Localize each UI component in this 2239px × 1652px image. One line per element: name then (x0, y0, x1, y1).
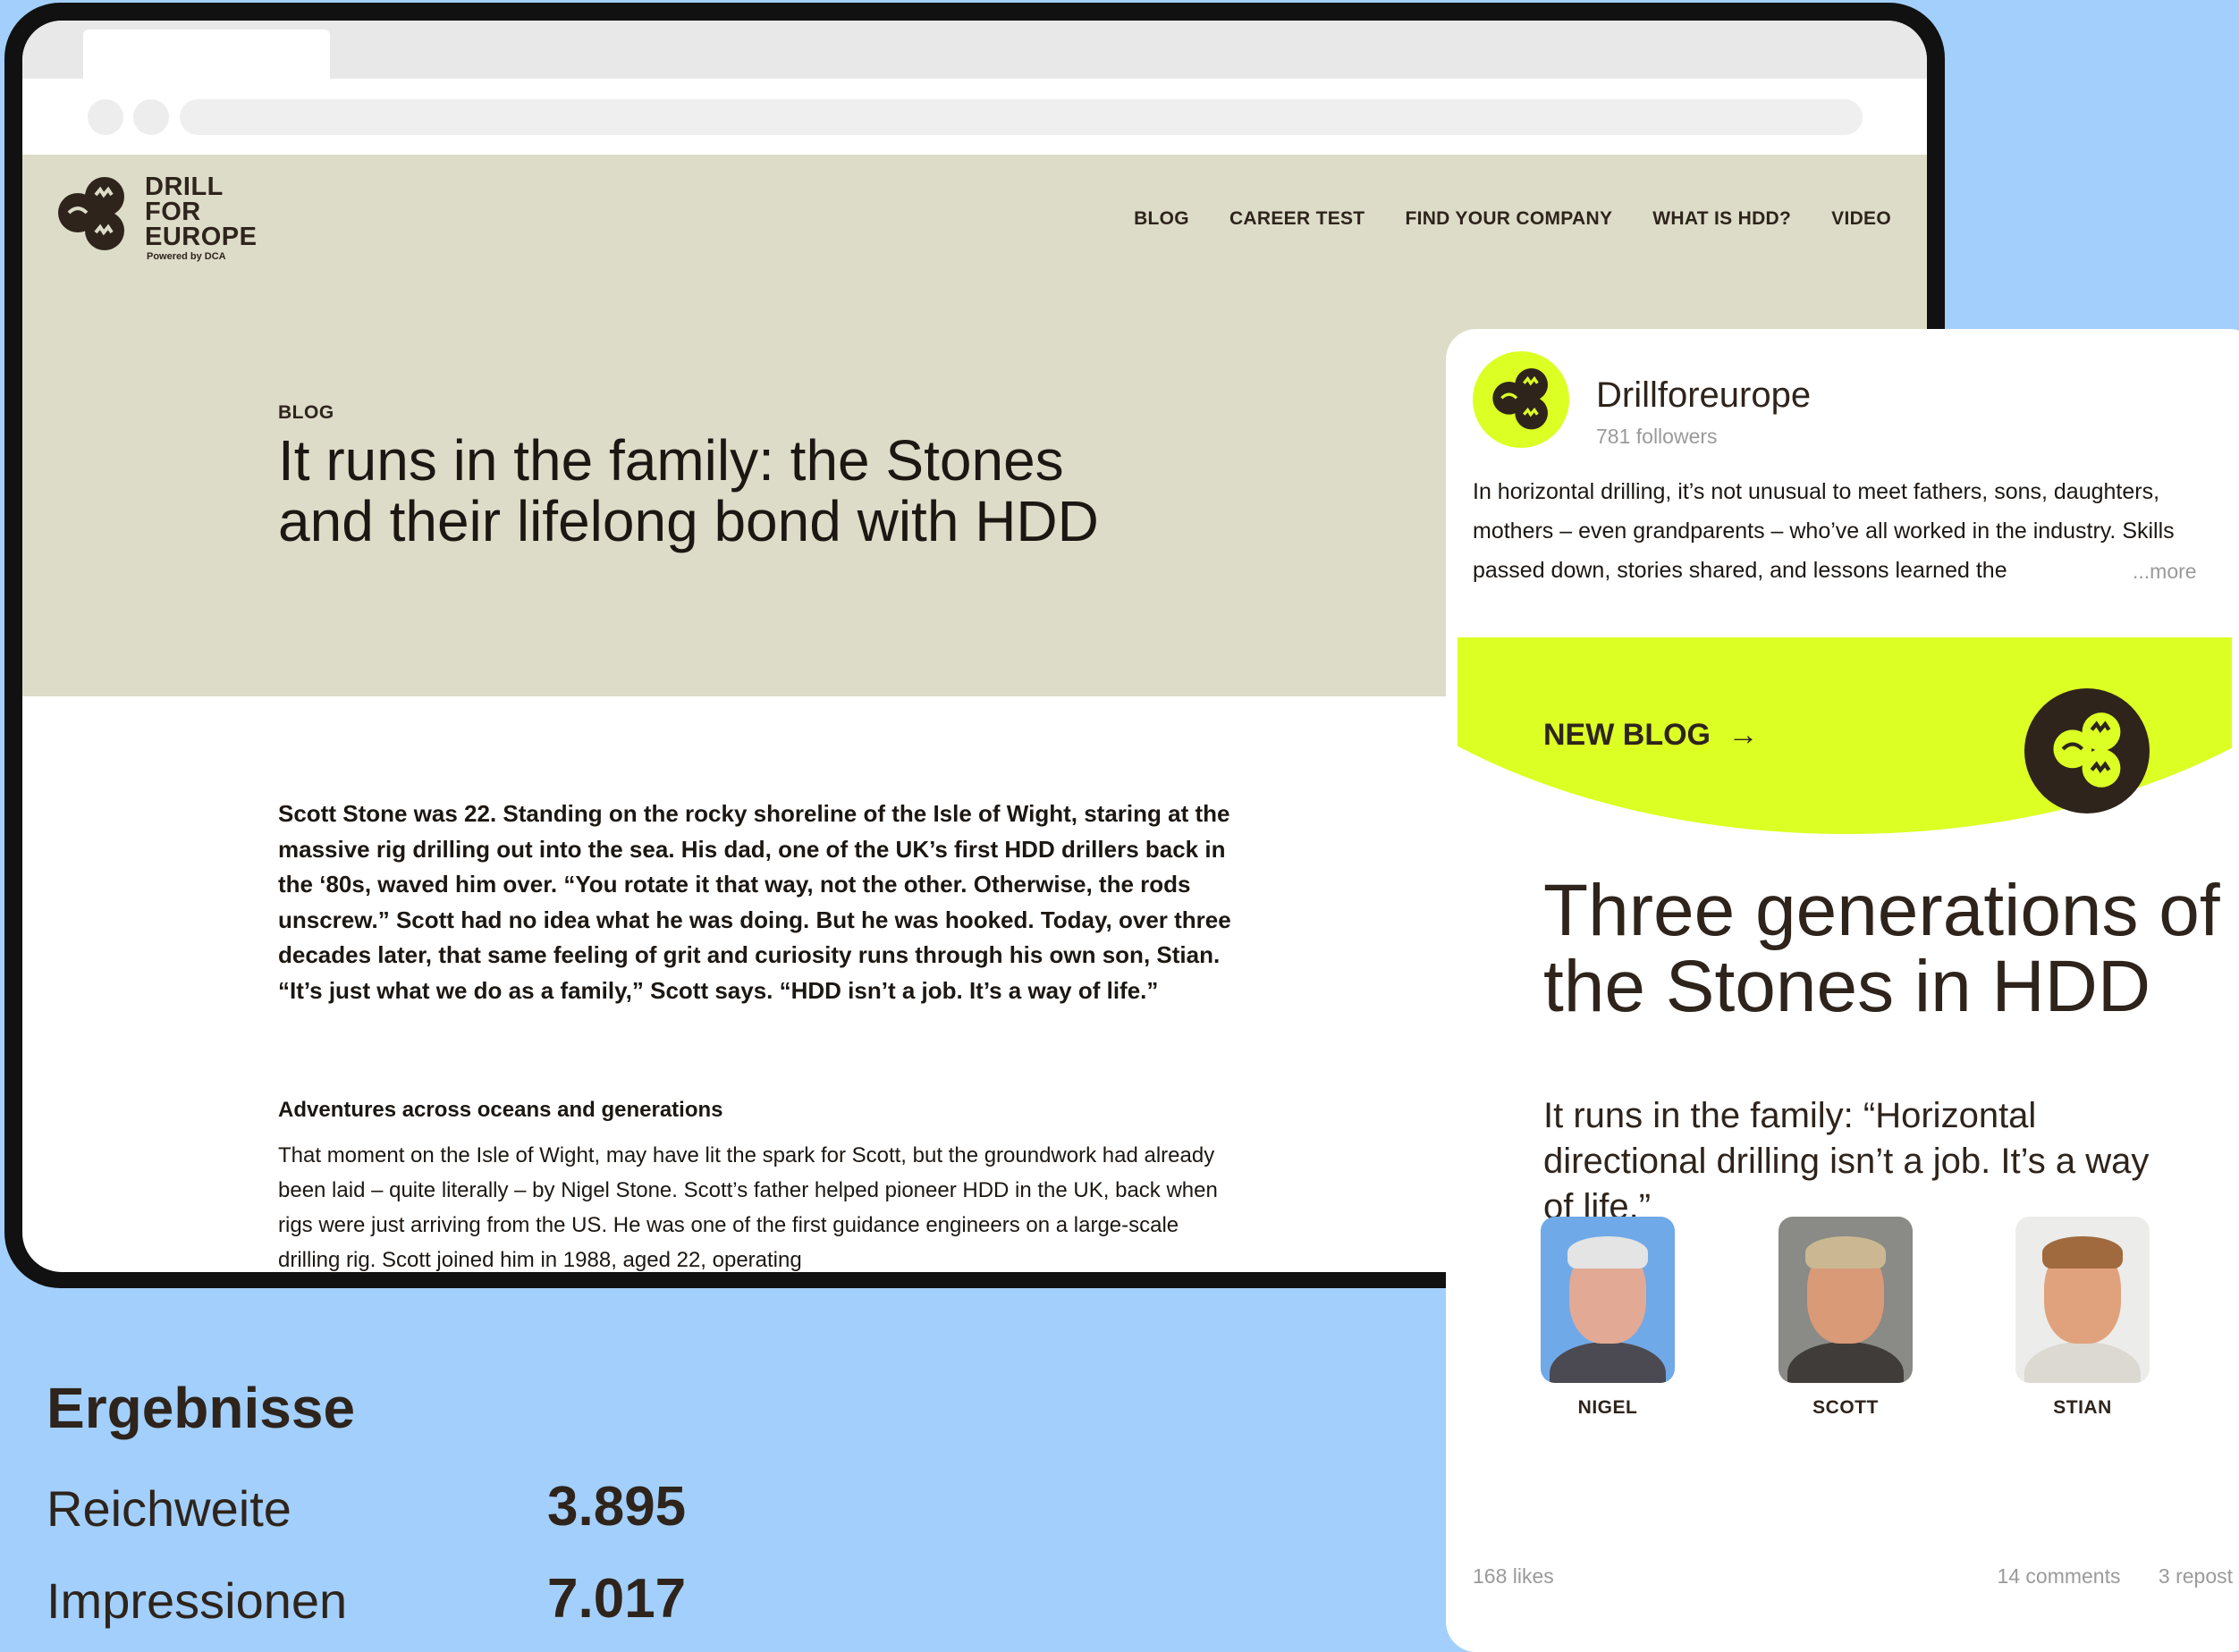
nav-what-is-hdd[interactable]: WHAT IS HDD? (1652, 208, 1791, 230)
results-value-reach: 3.895 (547, 1476, 687, 1538)
social-post-card: Drillforeurope 781 followers In horizont… (1446, 329, 2239, 1652)
new-blog-label: NEW BLOG → (1543, 718, 1758, 753)
article-title: It runs in the family: the Stones and th… (278, 428, 1099, 553)
article-subhead: Adventures across oceans and generations (278, 1098, 723, 1122)
article-kicker: BLOG (278, 402, 334, 423)
article-body: That moment on the Isle of Wight, may ha… (278, 1143, 1218, 1272)
browser-tab[interactable] (83, 30, 330, 79)
person-name: NIGEL (1577, 1397, 1638, 1418)
brand-badge (2024, 688, 2150, 813)
drill-for-europe-badge-icon (2053, 712, 2121, 788)
logo-wordmark[interactable]: DRILL FOR EUROPE (145, 173, 258, 251)
account-avatar[interactable] (1473, 351, 1569, 448)
arrow-right-icon: → (1728, 718, 1759, 752)
person-photo (1779, 1217, 1913, 1383)
person-photo (1541, 1217, 1675, 1383)
logo-line-1: DRILL (145, 173, 224, 201)
repost-count[interactable]: 3 repost (2159, 1564, 2233, 1588)
person-stian: STIAN (2015, 1217, 2150, 1419)
person-photo (2015, 1217, 2150, 1383)
results-label-reach: Reichweite (46, 1480, 291, 1537)
like-count[interactable]: 168 likes (1473, 1564, 1554, 1589)
nav-career-test[interactable]: CAREER TEST (1229, 208, 1365, 230)
follower-count: 781 followers (1596, 425, 1718, 448)
person-name: SCOTT (1812, 1397, 1879, 1418)
see-more-link[interactable]: ...more (2127, 560, 2197, 584)
back-button[interactable] (88, 99, 123, 135)
logo-subtitle: Powered by DCA (147, 251, 226, 262)
person-nigel: NIGEL (1541, 1217, 1675, 1419)
post-text: In horizontal drilling, it’s not unusual… (1473, 479, 2175, 583)
nav-blog[interactable]: BLOG (1134, 208, 1189, 230)
comment-count[interactable]: 14 comments (1997, 1564, 2120, 1588)
person-scott: SCOTT (1779, 1217, 1913, 1419)
nav-video[interactable]: VIDEO (1831, 208, 1891, 230)
drill-for-europe-logo-icon[interactable] (56, 177, 128, 252)
engagement-stats: 14 comments 3 repost (1964, 1564, 2233, 1589)
main-nav: BLOG CAREER TEST FIND YOUR COMPANY WHAT … (1134, 208, 1891, 230)
nav-find-your-company[interactable]: FIND YOUR COMPANY (1405, 208, 1612, 230)
drill-for-europe-avatar-icon (1492, 368, 1548, 430)
results-label-impressions: Impressionen (46, 1572, 348, 1629)
person-name: STIAN (2053, 1397, 2112, 1418)
url-field[interactable] (180, 99, 1863, 135)
article-lead: Scott Stone was 22. Standing on the rock… (278, 800, 1231, 1004)
logo-line-2: FOR (145, 198, 201, 226)
post-image[interactable]: NEW BLOG → Three generations of the Ston… (1457, 637, 2232, 1652)
promo-subtitle: It runs in the family: “Horizontal direc… (1543, 1096, 2150, 1226)
results-title: Ergebnisse (46, 1376, 356, 1440)
logo-line-3: EUROPE (145, 223, 258, 251)
new-blog-text: NEW BLOG (1543, 718, 1711, 752)
account-name[interactable]: Drillforeurope (1596, 375, 1811, 416)
results-value-impressions: 7.017 (547, 1568, 687, 1630)
forward-button[interactable] (133, 99, 169, 135)
promo-title: Three generations of the Stones in HDD (1543, 870, 2220, 1027)
